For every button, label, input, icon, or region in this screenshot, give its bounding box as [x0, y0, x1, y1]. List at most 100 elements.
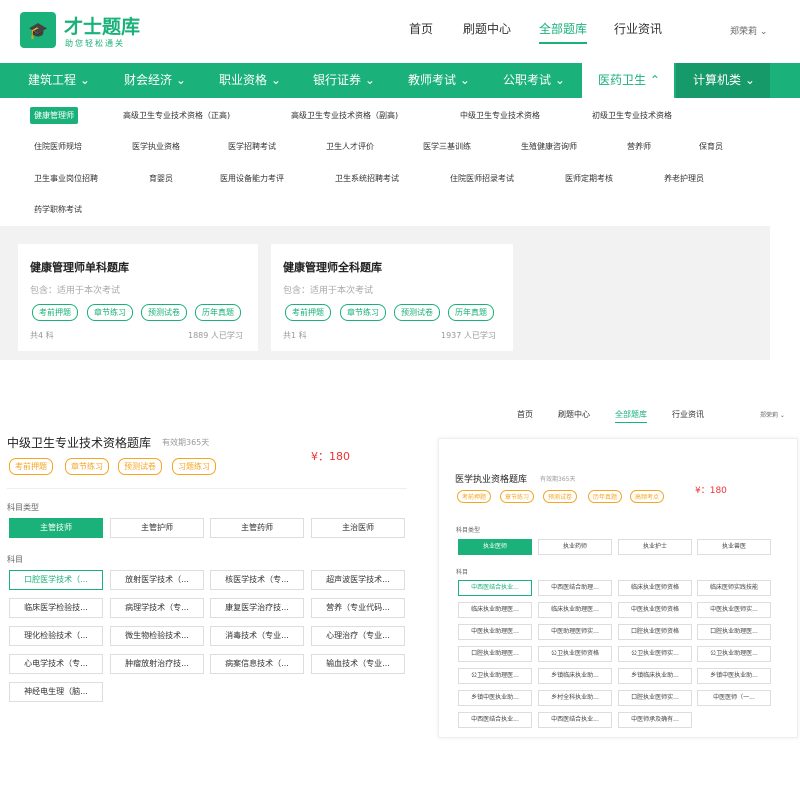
subject-option[interactable]: 临床执业助理医... — [538, 602, 612, 618]
subject-option[interactable]: 中西医结合执业... — [458, 712, 532, 728]
category-item-active[interactable]: 医药卫生 ⌃ — [582, 63, 674, 98]
subject-option-active[interactable]: 口腔医学技术（... — [9, 570, 103, 590]
subject-option[interactable]: 中医医师（一... — [697, 690, 771, 706]
subject-option[interactable]: 中医执业医师实... — [697, 602, 771, 618]
subject-option[interactable]: 临床执业医师资格 — [618, 580, 692, 596]
subject-option[interactable]: 中西医结合执业... — [538, 712, 612, 728]
type-option[interactable]: 主治医师 — [311, 518, 405, 538]
type-option-active[interactable]: 主管技师 — [9, 518, 103, 538]
submenu-item[interactable]: 养老护理员 — [664, 173, 704, 184]
subject-option[interactable]: 核医学技术（专... — [210, 570, 304, 590]
subject-option[interactable]: 神经电生理（脑... — [9, 682, 103, 702]
card-count: 共1 科 — [283, 331, 307, 340]
subject-option[interactable]: 营养（专业代码... — [311, 598, 405, 618]
subject-option[interactable]: 中医执业助理医... — [458, 624, 532, 640]
subject-option[interactable]: 中医执业医师资格 — [618, 602, 692, 618]
subject-option[interactable]: 中医师承及确有... — [618, 712, 692, 728]
category-item[interactable]: 计算机类 ⌄ — [693, 63, 755, 98]
subject-option[interactable]: 理化检验技术（... — [9, 626, 103, 646]
submenu-item[interactable]: 住院医师规培 — [34, 141, 82, 152]
submenu-item[interactable]: 高级卫生专业技术资格（正高) — [123, 110, 230, 121]
submenu-item[interactable]: 医师定期考核 — [565, 173, 613, 184]
subject-option[interactable]: 输血技术（专业... — [311, 654, 405, 674]
card-tag: 考前押题 — [285, 304, 331, 321]
submenu-item[interactable]: 生殖健康咨询师 — [521, 141, 577, 152]
type-option[interactable]: 执业护士 — [618, 539, 692, 555]
subject-option[interactable]: 口腔执业医师实... — [618, 690, 692, 706]
type-option[interactable]: 主管药师 — [210, 518, 304, 538]
subject-option[interactable]: 临床医学检验技... — [9, 598, 103, 618]
subject-option[interactable]: 口腔执业助理医... — [697, 624, 771, 640]
subject-option[interactable]: 心理治疗（专业... — [311, 626, 405, 646]
subject-option[interactable]: 公卫执业医师实... — [618, 646, 692, 662]
subject-option[interactable]: 放射医学技术（... — [110, 570, 204, 590]
subject-option[interactable]: 口腔执业助理医... — [458, 646, 532, 662]
subject-option[interactable]: 消毒技术（专业... — [210, 626, 304, 646]
type-option[interactable]: 主管护师 — [110, 518, 204, 538]
subject-option[interactable]: 公卫执业医师资格 — [538, 646, 612, 662]
type-option[interactable]: 执业兽医 — [697, 539, 771, 555]
nav-home[interactable]: 首页 — [409, 20, 433, 37]
submenu-item[interactable]: 育婴员 — [149, 173, 173, 184]
submenu-item[interactable]: 卫生系统招聘考试 — [335, 173, 399, 184]
submenu-item[interactable]: 医学招聘考试 — [228, 141, 276, 152]
card-title[interactable]: 健康管理师单科题库 — [30, 259, 129, 275]
submenu-item[interactable]: 卫生事业岗位招聘 — [34, 173, 98, 184]
category-item[interactable]: 公职考试 ⌄ — [503, 63, 565, 98]
user-menu[interactable]: 郑荣莉 ⌄ — [730, 24, 767, 37]
category-item[interactable]: 职业资格 ⌄ — [219, 63, 281, 98]
subject-option[interactable]: 中西医结合助理... — [538, 580, 612, 596]
type-option-active[interactable]: 执业医师 — [458, 539, 532, 555]
subject-option[interactable]: 超声波医学技术... — [311, 570, 405, 590]
submenu-item[interactable]: 医学三基训练 — [423, 141, 471, 152]
submenu-item[interactable]: 初级卫生专业技术资格 — [592, 110, 672, 121]
user-menu[interactable]: 郑荣莉 ⌄ — [760, 410, 785, 419]
subject-option[interactable]: 病理学技术（专... — [110, 598, 204, 618]
category-item[interactable]: 建筑工程 ⌄ — [28, 63, 90, 98]
logo-icon[interactable]: 🎓 — [20, 12, 56, 48]
nav-home[interactable]: 首页 — [517, 409, 533, 420]
subject-option[interactable]: 乡镇中医执业助... — [697, 668, 771, 684]
submenu-item[interactable]: 医学执业资格 — [132, 141, 180, 152]
subject-option[interactable]: 微生物检验技术... — [110, 626, 204, 646]
logo-title[interactable]: 才士题库 — [64, 12, 140, 39]
category-item[interactable]: 财会经济 ⌄ — [124, 63, 186, 98]
subject-option[interactable]: 康复医学治疗技... — [210, 598, 304, 618]
validity: 有效期365天 — [162, 438, 210, 447]
submenu-item[interactable]: 中级卫生专业技术资格 — [460, 110, 540, 121]
card-title[interactable]: 健康管理师全科题库 — [283, 259, 382, 275]
subject-option[interactable]: 乡镇中医执业助... — [458, 690, 532, 706]
subject-option[interactable]: 乡村全科执业助... — [538, 690, 612, 706]
submenu-item[interactable]: 卫生人才评价 — [326, 141, 374, 152]
category-item[interactable]: 银行证券 ⌄ — [313, 63, 375, 98]
subject-option[interactable]: 公卫执业助理医... — [458, 668, 532, 684]
submenu-item[interactable]: 医用设备能力考评 — [220, 173, 284, 184]
nav-all-banks[interactable]: 全部题库 — [539, 20, 588, 44]
subject-option[interactable]: 临床执业助理医... — [458, 602, 532, 618]
submenu-item[interactable]: 保育员 — [699, 141, 723, 152]
type-option[interactable]: 执业药师 — [538, 539, 612, 555]
subject-option[interactable]: 乡镇临床执业助... — [618, 668, 692, 684]
subject-option[interactable]: 乡镇临床执业助... — [538, 668, 612, 684]
nav-practice-center[interactable]: 刷题中心 — [558, 409, 590, 420]
submenu-item[interactable]: 住院医师招录考试 — [450, 173, 514, 184]
nav-industry-news[interactable]: 行业资讯 — [614, 20, 662, 37]
submenu-item[interactable]: 高级卫生专业技术资格（副高) — [291, 110, 398, 121]
subject-option[interactable]: 公卫执业助理医... — [697, 646, 771, 662]
subject-option[interactable]: 中医助理医师实... — [538, 624, 612, 640]
card-tag: 预测试卷 — [394, 304, 440, 321]
subject-option[interactable]: 口腔执业医师资格 — [618, 624, 692, 640]
subject-option-active[interactable]: 中西医结合执业... — [458, 580, 532, 596]
submenu-item[interactable]: 药学职称考试 — [34, 204, 82, 215]
nav-practice-center[interactable]: 刷题中心 — [463, 20, 511, 37]
submenu-item[interactable]: 营养师 — [627, 141, 651, 152]
subject-option[interactable]: 肿瘤放射治疗技... — [110, 654, 204, 674]
card-tag: 历年真题 — [448, 304, 494, 321]
category-item[interactable]: 教师考试 ⌄ — [408, 63, 470, 98]
submenu-item-active[interactable]: 健康管理师 — [30, 107, 78, 124]
nav-all-banks[interactable]: 全部题库 — [615, 409, 647, 423]
nav-industry-news[interactable]: 行业资讯 — [672, 409, 704, 420]
subject-option[interactable]: 临床医师实践技能 — [697, 580, 771, 596]
subject-option[interactable]: 病案信息技术（... — [210, 654, 304, 674]
subject-option[interactable]: 心电学技术（专... — [9, 654, 103, 674]
